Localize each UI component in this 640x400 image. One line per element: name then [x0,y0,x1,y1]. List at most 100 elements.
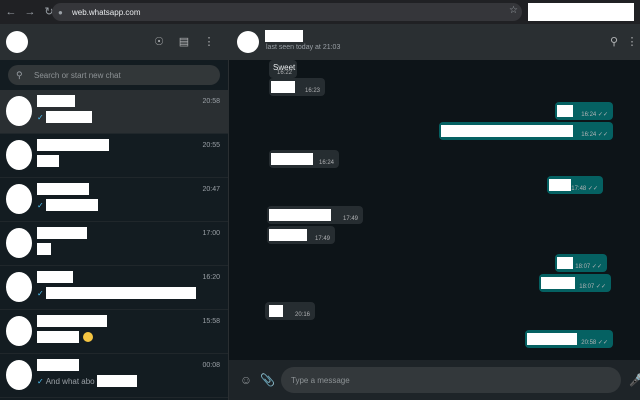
chat-preview: ✓ [37,287,196,299]
chat-time: 20:47 [202,186,220,193]
menu-icon[interactable]: ⋮ [202,35,216,49]
chat-list-item[interactable]: 17:00 [0,222,228,266]
chat-time: 20:55 [202,142,220,149]
chat-avatar [6,360,32,390]
message-redacted [271,81,295,93]
contact-status: last seen today at 21:03 [266,44,341,51]
search-box[interactable]: ⚲ [8,65,220,85]
chat-name-redacted [37,359,79,371]
search-icon[interactable]: ⚲ [16,70,28,81]
message-time: 20:58 ✓✓ [581,340,608,346]
chat-list-item[interactable]: 15:58 [0,310,228,354]
outgoing-message[interactable]: 17:48 ✓✓ [547,176,603,194]
chat-avatar [6,272,32,302]
message-redacted [269,305,283,317]
chat-time: 16:20 [202,274,220,281]
my-avatar[interactable] [6,31,28,53]
chat-preview-redacted [96,375,137,387]
message-redacted [557,257,573,269]
chat-preview [37,243,51,255]
chat-preview-redacted [37,243,51,255]
chat-time: 17:00 [202,230,220,237]
message-redacted [269,209,331,221]
message-redacted [541,277,575,289]
attach-icon[interactable]: 📎 [260,373,275,387]
chat-avatar [6,184,32,214]
chat-preview: ✓ [37,111,92,123]
browser-toolbar: ← → ↻ ● web.whatsapp.com ☆ [0,0,640,24]
chat-preview [37,155,59,167]
incoming-message[interactable]: 16:24 [269,150,339,168]
message-redacted [271,153,313,165]
chat-list-item[interactable]: 16:20 ✓ [0,266,228,310]
bookmark-star-icon[interactable]: ☆ [509,5,518,16]
chat-name-redacted [37,315,107,327]
message-list: Sweet 16:22 16:23 16:24 ✓✓ 16:24 ✓✓ 16:24 17:4… [229,60,640,360]
address-bar[interactable]: ● web.whatsapp.com [52,3,522,21]
redacted-profile [528,3,634,21]
mic-icon[interactable]: 🎤 [629,373,640,387]
message-time: 16:24 ✓✓ [581,132,608,138]
search-input[interactable] [34,70,194,80]
search-icon[interactable]: ⚲ [607,35,621,49]
chat-avatar [6,228,32,258]
chat-list-item[interactable]: 20:55 [0,134,228,178]
chat-name-redacted [37,227,87,239]
emoji-icon[interactable]: ☺ [239,373,253,387]
back-arrow-icon[interactable]: ← [3,4,19,20]
search-bar: ⚲ [0,60,228,90]
chat-sidebar: ☉ ▤ ⋮ ⚲ 20:58 ✓ 20:55 20:47 ✓ 17:00 16:20 ✓ 15:5… [0,24,229,400]
sidebar-header: ☉ ▤ ⋮ [0,24,228,60]
read-tick-icon: ✓ [37,200,44,210]
chat-preview-redacted [37,155,59,167]
chat-time: 20:58 [202,98,220,105]
forward-arrow-icon[interactable]: → [22,4,38,20]
chat-avatar [6,140,32,170]
message-redacted [549,179,571,191]
chat-preview: ✓ And what abo [37,375,137,387]
message-time: 16:23 [304,88,320,94]
chat-list-item[interactable]: 00:08 ✓ And what abo [0,354,228,398]
outgoing-message[interactable]: 18:07 ✓✓ [539,274,611,292]
read-tick-icon: ✓ [37,112,44,122]
message-time: 17:49 [342,216,358,222]
chat-preview-redacted [45,111,92,123]
incoming-message[interactable]: 20:16 [265,302,315,320]
menu-icon[interactable]: ⋮ [625,35,639,49]
contact-name-redacted [265,30,303,42]
outgoing-message[interactable]: 16:24 ✓✓ [439,122,613,140]
chat-name-redacted [37,183,89,195]
incoming-message[interactable]: 17:49 [267,206,363,224]
chat-name-redacted [37,95,75,107]
message-redacted [441,125,573,137]
chat-preview-redacted [45,199,98,211]
incoming-message[interactable]: Sweet 16:22 [269,60,297,78]
message-redacted [557,105,573,117]
message-time: 16:24 [318,160,334,166]
status-icon[interactable]: ☉ [152,35,166,49]
message-time: 20:16 [294,312,310,318]
chat-preview [37,331,93,343]
url-text[interactable]: web.whatsapp.com [72,8,140,17]
conversation-pane: last seen today at 21:03 ⚲ ⋮ Sweet 16:22 1… [229,24,640,400]
incoming-message[interactable]: 17:49 [267,226,335,244]
message-time: 18:07 ✓✓ [575,264,602,270]
chat-list-item[interactable]: 20:47 ✓ [0,178,228,222]
chat-preview-text: And what abo [45,376,95,386]
read-tick-icon: ✓ [37,288,44,298]
message-time: 16:22 [276,70,292,76]
chat-list-item[interactable]: 20:58 ✓ [0,90,228,134]
conversation-header[interactable]: last seen today at 21:03 ⚲ ⋮ [229,24,640,60]
new-chat-icon[interactable]: ▤ [177,35,191,49]
outgoing-message[interactable]: 16:24 ✓✓ [555,102,613,120]
message-input[interactable] [281,367,621,393]
contact-avatar[interactable] [237,31,259,53]
outgoing-message[interactable]: 20:58 ✓✓ [525,330,613,348]
chat-preview: ✓ [37,199,98,211]
chat-preview-redacted [45,287,196,299]
outgoing-message[interactable]: 18:07 ✓✓ [555,254,607,272]
chat-time: 00:08 [202,362,220,369]
incoming-message[interactable]: 16:23 [269,78,325,96]
chat-list: 20:58 ✓ 20:55 20:47 ✓ 17:00 16:20 ✓ 15:58 00:08 ✓ A… [0,90,228,398]
chat-name-redacted [37,271,73,283]
